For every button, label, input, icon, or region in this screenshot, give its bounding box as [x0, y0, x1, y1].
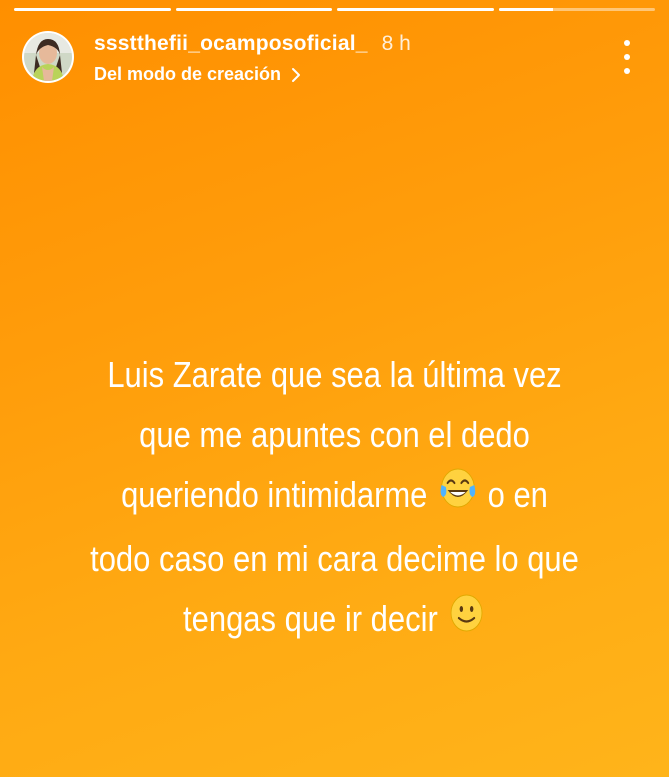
progress-segment	[337, 8, 494, 11]
progress-segment	[14, 8, 171, 11]
avatar-image	[24, 33, 72, 81]
tears-of-joy-emoji-icon	[438, 465, 478, 529]
creation-mode-label: Del modo de creación	[94, 64, 282, 84]
story-caption: Luis Zarate que sea la última vez que me…	[47, 345, 622, 652]
progress-fill	[14, 8, 171, 11]
progress-fill	[337, 8, 494, 11]
chevron-right-icon	[291, 67, 301, 83]
progress-segment	[175, 8, 332, 11]
caption-text: tengas que ir decir	[183, 598, 438, 640]
username[interactable]: ssstthefii_ocamposoficial_	[94, 32, 368, 56]
caption-text: o en	[487, 474, 548, 515]
avatar[interactable]	[22, 31, 74, 83]
post-time: 8 h	[381, 32, 411, 55]
progress-fill	[175, 8, 332, 11]
story-progress	[14, 8, 655, 11]
slightly-smiling-emoji-icon	[448, 592, 484, 652]
more-options-icon[interactable]	[617, 40, 637, 74]
story-header: ssstthefii_ocamposoficial_ 8 h Del modo …	[22, 28, 651, 88]
caption-line: todo caso en mi cara decime lo que	[90, 538, 579, 580]
progress-fill	[498, 8, 554, 11]
progress-segment	[498, 8, 655, 11]
caption-line: Luis Zarate que sea la última vez	[107, 354, 562, 395]
caption-line-with-emoji: queriendo intimidarme o en	[47, 465, 622, 529]
creation-mode-link[interactable]: Del modo de creación	[94, 64, 411, 85]
caption-text: queriendo intimidarme	[121, 474, 428, 515]
caption-line: que me apuntes con el dedo	[139, 414, 530, 455]
story-viewer[interactable]: ssstthefii_ocamposoficial_ 8 h Del modo …	[0, 0, 669, 777]
caption-line-with-emoji: tengas que ir decir	[47, 589, 622, 651]
